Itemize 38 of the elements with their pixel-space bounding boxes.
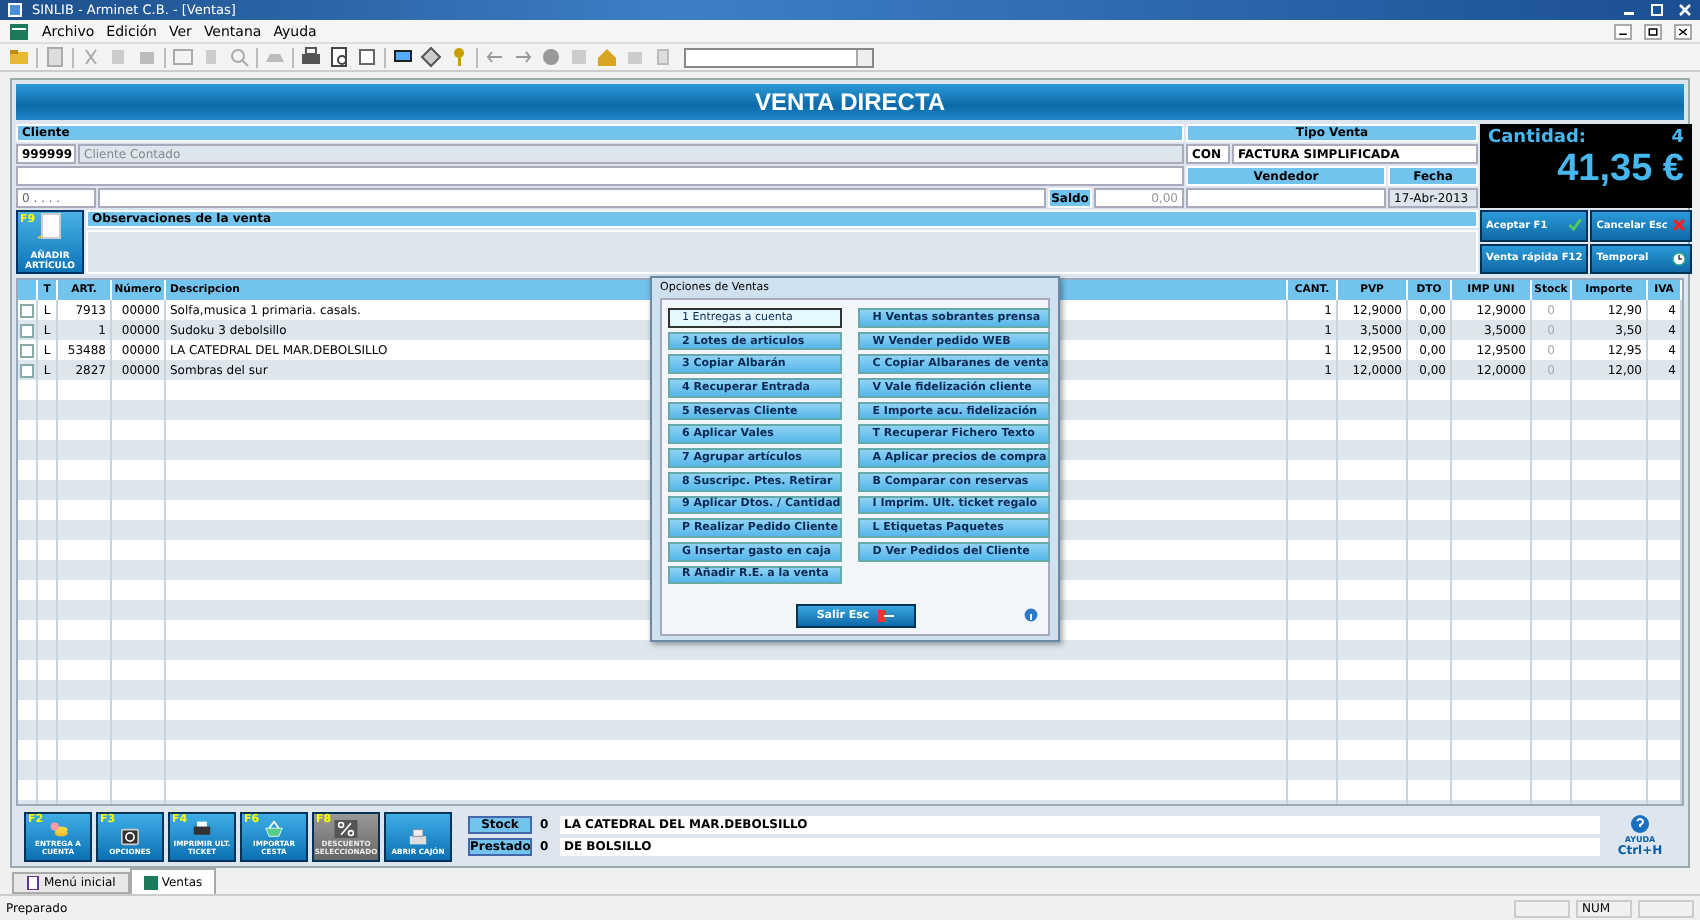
row-checkbox[interactable]	[20, 363, 34, 377]
quantity-value: 4	[1671, 128, 1684, 148]
check-icon	[1568, 218, 1583, 233]
close-icon	[1672, 218, 1686, 233]
safe-icon	[118, 828, 142, 846]
row-checkbox[interactable]	[20, 303, 34, 317]
toolbar-dropdown[interactable]	[684, 47, 874, 67]
row-checkbox[interactable]	[20, 343, 34, 357]
coins-icon	[46, 819, 70, 837]
row-checkbox[interactable]	[20, 323, 34, 337]
seller-field[interactable]	[1186, 188, 1386, 208]
page-title: VENTA DIRECTA	[754, 88, 946, 116]
toolbar-button[interactable]	[420, 46, 442, 68]
app-menu-icon[interactable]	[8, 23, 30, 39]
document-icon	[36, 212, 64, 240]
city-field[interactable]	[98, 188, 1046, 208]
toolbar-button[interactable]	[300, 46, 322, 68]
maximize-icon[interactable]	[1646, 2, 1668, 18]
address-field[interactable]	[16, 166, 1184, 186]
cash-register-icon	[406, 828, 430, 846]
percent-icon	[334, 819, 358, 837]
observations-field[interactable]	[86, 230, 1478, 274]
status-panel	[1638, 899, 1694, 917]
close-icon[interactable]	[1674, 23, 1692, 39]
toolbar-button[interactable]	[392, 46, 414, 68]
total-amount: 41,35 €	[1555, 148, 1684, 192]
close-icon[interactable]	[1674, 2, 1696, 18]
toolbar-button[interactable]	[328, 46, 350, 68]
window-icon	[143, 875, 158, 889]
printer-icon	[190, 819, 214, 837]
clock-icon	[1672, 251, 1686, 266]
basket-icon	[262, 819, 286, 837]
status-panel	[1514, 899, 1570, 917]
restore-icon[interactable]	[1644, 23, 1662, 39]
exit-door-icon	[877, 608, 894, 624]
page-icon	[26, 876, 40, 890]
quantity-label: Cantidad:	[1488, 128, 1587, 148]
minimize-icon[interactable]	[1614, 23, 1632, 39]
